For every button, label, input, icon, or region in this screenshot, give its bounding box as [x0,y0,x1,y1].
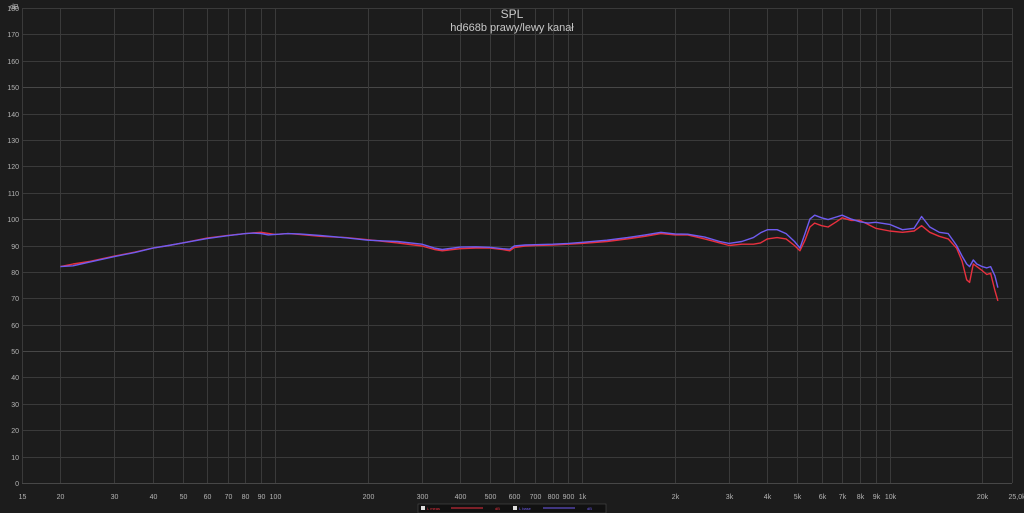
x-tick-label: 6k [819,494,827,501]
x-tick-label: 3k [726,494,734,501]
y-tick-label: 160 [7,59,19,66]
x-tick-label: 70 [225,494,233,501]
x-tick-label: 50 [180,494,188,501]
legend-series-unit: dB [587,506,592,511]
y-tick-label: 60 [11,323,19,330]
y-tick-label: 30 [11,402,19,409]
x-tick-label: 20k [977,494,989,501]
x-tick-label: 60 [204,494,212,501]
x-tick-label: 30 [111,494,119,501]
y-tick-label: 20 [11,428,19,435]
x-tick-label: 900 [563,494,575,501]
x-tick-label: 10k [885,494,897,501]
y-tick-label: 130 [7,138,19,145]
x-tick-label: 4k [764,494,772,501]
legend-box [417,503,607,513]
x-tick-label: 7k [839,494,847,501]
y-tick-label: 90 [11,244,19,251]
y-tick-label: 100 [7,217,19,224]
legend-series-name: L meas [427,506,440,511]
y-tick-label: 140 [7,112,19,119]
y-axis-label: dB [10,4,19,11]
y-tick-label: 80 [11,270,19,277]
x-tick-label: 700 [530,494,542,501]
x-tick-label: 300 [417,494,429,501]
x-tick-label: 800 [548,494,560,501]
x-tick-label: 2k [672,494,680,501]
x-tick-label: 40 [150,494,158,501]
x-tick-label: 400 [455,494,467,501]
y-tick-label: 0 [15,481,19,488]
legend-series-name: L base [519,506,532,511]
spl-chart: 0 10 20 30 40 50 60 70 80 90 100 110 120 130 140 150 160… [0,0,1024,513]
legend-series-unit: dB [495,506,500,511]
chart-title: SPL [501,7,524,21]
x-tick-label: 600 [509,494,521,501]
y-tick-label: 70 [11,296,19,303]
chart-subtitle: hd668b prawy/lewy kanał [450,22,574,34]
x-tick-label: 5k [794,494,802,501]
legend-checkbox[interactable] [421,506,425,510]
x-tick-label: 25,0k Hz [1009,494,1024,501]
x-tick-label: 8k [857,494,865,501]
y-tick-label: 40 [11,375,19,382]
x-tick-label: 80 [242,494,250,501]
y-tick-label: 110 [8,191,19,198]
y-tick-label: 150 [7,85,19,92]
x-tick-label: 100 [270,494,282,501]
x-tick-label: 15 [19,494,27,501]
x-tick-label: 20 [57,494,65,501]
y-tick-label: 170 [7,32,19,39]
legend-checkbox[interactable] [513,506,517,510]
y-tick-label: 50 [11,349,19,356]
y-tick-label: 10 [11,455,19,462]
x-tick-label: 9k [873,494,881,501]
x-tick-label: 500 [485,494,497,501]
legend[interactable]: L meas dB L base dB [417,503,607,513]
x-tick-label: 90 [258,494,266,501]
y-tick-label: 120 [7,164,19,171]
x-tick-label: 1k [579,494,587,501]
x-tick-label: 200 [363,494,375,501]
